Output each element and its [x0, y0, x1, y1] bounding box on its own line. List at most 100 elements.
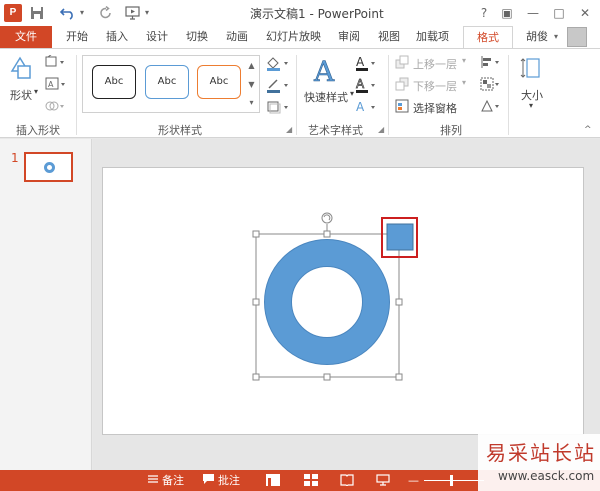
avatar[interactable] [567, 27, 587, 47]
svg-text:A: A [356, 100, 365, 114]
size-dropdown-icon[interactable]: ▾ [529, 101, 533, 110]
size-icon[interactable] [520, 55, 546, 81]
send-backward-icon [395, 77, 409, 94]
ribbon: 形状 ▾ A 插入形状 Abc Abc Abc ▲ ▼ ▾ 形状样式 ◢ A 快… [0, 48, 600, 138]
notes-button[interactable]: 备注 [162, 473, 184, 488]
watermark: 易采站长站 www.easck.com [478, 434, 600, 491]
slide-drawing [252, 212, 418, 381]
undo-dropdown-icon[interactable]: ▾ [80, 3, 84, 23]
quick-styles-button[interactable]: 快速样式 [304, 89, 348, 105]
rotate-icon[interactable] [480, 99, 502, 116]
wordart-quick-styles-icon[interactable]: A [312, 54, 342, 89]
slideshow-icon[interactable] [376, 474, 390, 486]
customize-qat-icon[interactable]: ▾ [145, 3, 149, 23]
edit-shape-icon[interactable] [45, 53, 67, 72]
collapse-ribbon-icon[interactable]: ^ [584, 125, 592, 135]
donut-inner-edge [291, 266, 363, 338]
bring-forward-button[interactable]: 上移一层 [413, 56, 457, 72]
shape-style-preset-2[interactable]: Abc [145, 65, 189, 99]
shape-styles-launcher-icon[interactable]: ◢ [286, 125, 292, 134]
merge-shapes-icon[interactable] [45, 99, 67, 116]
group-divider [296, 55, 297, 135]
text-effects-icon[interactable]: A [354, 99, 378, 118]
sizing-handle-sw [252, 373, 260, 381]
restore-button[interactable]: □ [548, 3, 570, 23]
shape-effects-icon[interactable] [265, 99, 291, 118]
wordart-launcher-icon[interactable]: ◢ [378, 125, 384, 134]
tab-slideshow[interactable]: 幻灯片放映 [266, 26, 321, 48]
align-icon[interactable] [480, 55, 502, 72]
notes-icon[interactable] [147, 473, 159, 489]
text-fill-icon[interactable]: A [354, 55, 378, 74]
svg-text:A: A [356, 77, 365, 91]
watermark-text: 易采站长站 [486, 441, 596, 465]
ribbon-display-options-button[interactable]: ▣ [496, 3, 518, 23]
selection-pane-icon [395, 99, 409, 116]
slide-sorter-icon[interactable] [304, 474, 318, 486]
minimize-button[interactable]: — [522, 3, 544, 23]
zoom-slider-thumb[interactable] [450, 475, 453, 486]
sizing-handle-s [323, 373, 331, 381]
tab-home[interactable]: 开始 [66, 26, 88, 48]
shapes-button[interactable]: 形状 [10, 87, 32, 103]
slide-thumbnail[interactable] [24, 152, 73, 182]
from-beginning-icon[interactable] [125, 3, 141, 23]
zoom-slider[interactable] [424, 480, 484, 481]
send-backward-button[interactable]: 下移一层 [413, 78, 457, 94]
gallery-down-icon[interactable]: ▼ [244, 75, 259, 94]
save-icon[interactable] [30, 3, 44, 23]
group-objects-icon[interactable] [480, 77, 502, 94]
reading-view-icon[interactable] [340, 474, 354, 487]
shapes-dropdown-icon[interactable]: ▾ [34, 87, 38, 96]
gallery-scroll[interactable]: ▲ ▼ ▾ [244, 55, 260, 113]
group-divider [508, 55, 509, 135]
redo-icon[interactable] [99, 3, 113, 23]
gallery-up-icon[interactable]: ▲ [244, 56, 259, 75]
shape-style-preset-1[interactable]: Abc [92, 65, 136, 99]
blue-square-shape [386, 223, 414, 251]
tab-animations[interactable]: 动画 [226, 26, 248, 48]
comments-icon[interactable] [202, 473, 215, 489]
user-dropdown-icon[interactable]: ▾ [554, 26, 558, 48]
thumbnails-pane: 1 [0, 139, 92, 470]
thumbnail-ring-shape [44, 162, 55, 173]
tab-view[interactable]: 视图 [378, 26, 400, 48]
slide-editing-area [93, 139, 600, 470]
shape-styles-group-label: 形状样式 [158, 124, 202, 137]
undo-icon[interactable] [59, 3, 78, 23]
svg-text:A: A [48, 80, 54, 89]
svg-text:A: A [356, 55, 365, 69]
powerpoint-app-icon[interactable]: P [4, 4, 22, 22]
comments-button[interactable]: 批注 [218, 473, 240, 488]
user-name[interactable]: 胡俊 [526, 26, 548, 48]
tab-file[interactable]: 文件 [0, 26, 52, 48]
close-button[interactable]: ✕ [574, 3, 596, 23]
tab-design[interactable]: 设计 [146, 26, 168, 48]
shapes-icon[interactable] [8, 55, 34, 81]
gallery-more-icon[interactable]: ▾ [244, 94, 259, 112]
shape-style-preset-3[interactable]: Abc [197, 65, 241, 99]
shape-outline-icon[interactable] [265, 77, 291, 96]
bring-forward-dropdown-icon[interactable]: ▾ [462, 56, 466, 65]
shape-fill-icon[interactable] [265, 55, 291, 74]
send-backward-dropdown-icon[interactable]: ▾ [462, 78, 466, 87]
window-title: 演示文稿1 - PowerPoint [250, 7, 384, 21]
selection-pane-button[interactable]: 选择窗格 [413, 100, 457, 116]
tab-review[interactable]: 审阅 [338, 26, 360, 48]
text-box-icon[interactable]: A [45, 77, 67, 94]
sizing-handle-nw [252, 230, 260, 238]
slide-canvas[interactable] [102, 167, 584, 435]
text-outline-icon[interactable]: A [354, 77, 378, 96]
tab-format[interactable]: 格式 [463, 26, 513, 48]
insert-shapes-group-label: 插入形状 [16, 124, 60, 137]
tab-transitions[interactable]: 切换 [186, 26, 208, 48]
help-button[interactable]: ? [473, 3, 495, 23]
tab-addins[interactable]: 加载项 [416, 26, 449, 48]
svg-text:A: A [313, 55, 335, 86]
normal-view-icon[interactable] [266, 474, 280, 486]
sizing-handle-se [395, 373, 403, 381]
slide-number: 1 [11, 151, 19, 165]
zoom-out-icon[interactable]: — [408, 473, 419, 488]
donut-shape [264, 239, 390, 365]
tab-insert[interactable]: 插入 [106, 26, 128, 48]
